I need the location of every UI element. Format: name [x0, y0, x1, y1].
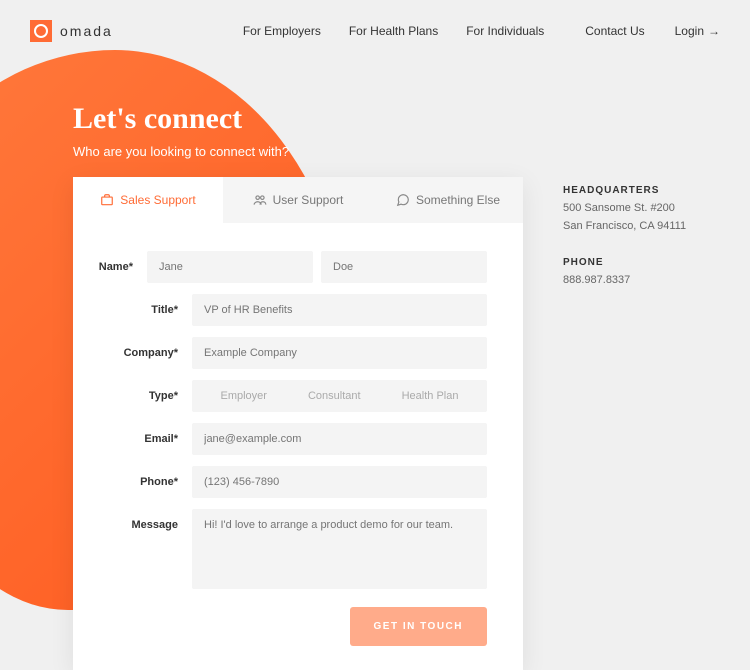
- name-label: Name*: [97, 251, 147, 273]
- login-label: Login: [675, 24, 704, 38]
- hq-address-line2: San Francisco, CA 94111: [563, 218, 686, 236]
- company-label: Company*: [97, 337, 192, 359]
- tab-label: Something Else: [416, 193, 500, 207]
- hq-title: HEADQUARTERS: [563, 185, 686, 196]
- tab-label: Sales Support: [120, 193, 195, 207]
- phone-title: PHONE: [563, 257, 686, 268]
- header-right: Contact Us Login →: [585, 24, 720, 38]
- last-name-field[interactable]: [321, 251, 487, 283]
- contact-form: Name* Title* Company* Type*: [73, 223, 523, 670]
- contact-us-link[interactable]: Contact Us: [585, 24, 644, 38]
- login-link[interactable]: Login →: [675, 24, 720, 38]
- chat-icon: [396, 193, 410, 207]
- brand-logo-icon: [30, 20, 52, 42]
- nav-individuals[interactable]: For Individuals: [466, 24, 544, 38]
- briefcase-icon: [100, 193, 114, 207]
- main-content: Sales Support User Support Something Els…: [0, 177, 750, 670]
- tab-sales-support[interactable]: Sales Support: [73, 177, 223, 223]
- email-label: Email*: [97, 423, 192, 445]
- users-icon: [253, 193, 267, 207]
- title-label: Title*: [97, 294, 192, 316]
- type-option-employer[interactable]: Employer: [221, 390, 267, 402]
- type-option-health-plan[interactable]: Health Plan: [402, 390, 459, 402]
- page-subtitle: Who are you looking to connect with?: [73, 144, 750, 159]
- type-option-consultant[interactable]: Consultant: [308, 390, 361, 402]
- type-label: Type*: [97, 380, 192, 402]
- brand-name: omada: [60, 23, 113, 39]
- email-field[interactable]: [192, 423, 487, 455]
- phone-field[interactable]: [192, 466, 487, 498]
- first-name-field[interactable]: [147, 251, 313, 283]
- phone-label: Phone*: [97, 466, 192, 488]
- brand-logo[interactable]: omada: [30, 20, 113, 42]
- tab-user-support[interactable]: User Support: [223, 177, 373, 223]
- form-tabs: Sales Support User Support Something Els…: [73, 177, 523, 223]
- title-field[interactable]: [192, 294, 487, 326]
- nav-health-plans[interactable]: For Health Plans: [349, 24, 438, 38]
- tab-something-else[interactable]: Something Else: [373, 177, 523, 223]
- hq-address-line1: 500 Sansome St. #200: [563, 200, 686, 218]
- contact-info-sidebar: HEADQUARTERS 500 Sansome St. #200 San Fr…: [563, 177, 686, 670]
- primary-nav: For Employers For Health Plans For Indiv…: [243, 24, 544, 38]
- nav-employers[interactable]: For Employers: [243, 24, 321, 38]
- phone-value: 888.987.8337: [563, 272, 686, 290]
- page-title: Let's connect: [73, 102, 750, 136]
- message-field[interactable]: [192, 509, 487, 589]
- message-label: Message: [97, 509, 192, 531]
- type-options: Employer Consultant Health Plan: [192, 380, 487, 412]
- arrow-right-icon: →: [708, 24, 720, 38]
- tab-label: User Support: [273, 193, 344, 207]
- hero: Let's connect Who are you looking to con…: [0, 62, 750, 177]
- company-field[interactable]: [192, 337, 487, 369]
- contact-form-card: Sales Support User Support Something Els…: [73, 177, 523, 670]
- submit-button[interactable]: GET IN TOUCH: [350, 607, 487, 646]
- site-header: omada For Employers For Health Plans For…: [0, 0, 750, 62]
